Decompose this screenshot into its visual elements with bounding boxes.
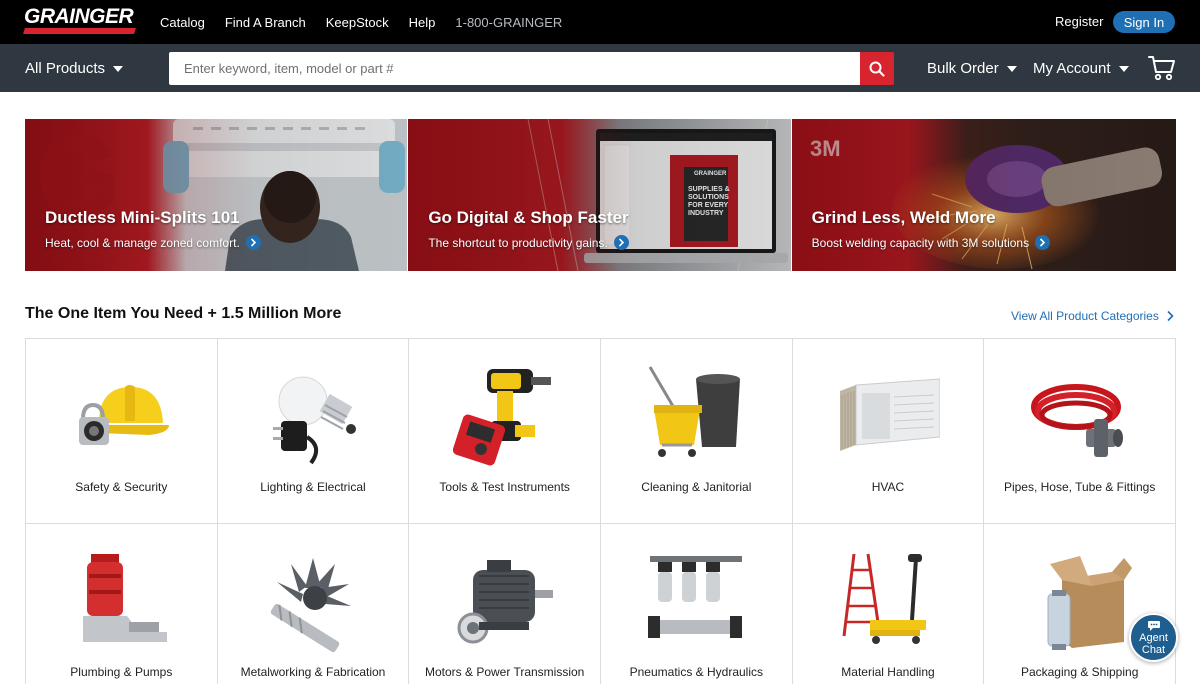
all-products-menu[interactable]: All Products [25,60,124,77]
chevron-right-icon [613,235,629,250]
chat-bubble-icon [1147,620,1160,631]
top-bar: GRAINGER Catalog Find A Branch KeepStock… [0,0,1200,44]
logo-red-bar [23,28,136,34]
chevron-down-icon [113,65,124,72]
agent-chat-button[interactable]: Agent Chat [1129,613,1178,662]
banner-subtitle-row: The shortcut to productivity gains. [428,235,629,250]
category-label: Tools & Test Instruments [439,480,570,494]
mop-bucket-trash-can-image [649,366,741,457]
category-tile-material-handling[interactable]: Material Handling [792,524,985,684]
category-label: Safety & Security [75,480,168,494]
banner-subtitle: Boost welding capacity with 3M solutions [811,235,1030,250]
nav-catalog[interactable]: Catalog [160,15,205,30]
category-tile-lighting-electrical[interactable]: Lighting & Electrical [217,339,410,524]
search-bar: All Products Bulk Order My Account [0,44,1200,92]
hose-fitting-image [1030,384,1123,457]
hard-hat-padlock-image [79,385,170,445]
my-account-label: My Account [1033,60,1111,77]
grainger-logo[interactable]: GRAINGER [23,5,137,36]
search-input[interactable] [169,52,860,85]
category-tile-motors-power-transmission[interactable]: Motors & Power Transmission [409,524,601,684]
ladder-pallet-jack-image [842,553,926,644]
cart-icon[interactable] [1148,55,1176,81]
air-filter-cylinder-image [648,556,743,638]
banner-subtitle: Heat, cool & manage zoned comfort. [45,235,240,250]
category-tile-cleaning-janitorial[interactable]: Cleaning & Janitorial [601,339,793,524]
phone-number[interactable]: 1-800-GRAINGER [455,15,562,30]
category-label: Cleaning & Janitorial [641,480,752,494]
category-label: Lighting & Electrical [260,480,366,494]
category-label: Material Handling [841,665,935,679]
bulb-plug-image [272,376,356,465]
banner-title: Go Digital & Shop Faster [428,208,629,227]
chevron-right-icon [1167,310,1174,322]
category-label: Pneumatics & Hydraulics [629,665,764,679]
banner-title: Grind Less, Weld More [811,208,996,227]
electric-motor-image [457,560,553,644]
category-grid: Safety & Security Lighting & Electrical [25,338,1176,684]
category-tile-hvac[interactable]: HVAC [792,339,985,524]
flap-wheel-end-mill-image [270,558,351,653]
view-all-categories-link[interactable]: View All Product Categories [1011,309,1175,323]
category-tile-plumbing-pumps[interactable]: Plumbing & Pumps [26,524,218,684]
logo-wordmark: GRAINGER [24,5,134,28]
category-tile-metalworking-fabrication[interactable]: Metalworking & Fabrication [217,524,410,684]
category-label: Plumbing & Pumps [70,665,173,679]
air-conditioner-image [839,378,940,451]
my-account-menu[interactable]: My Account [1033,60,1129,77]
section-title: The One Item You Need + 1.5 Million More [25,305,342,322]
category-label: Packaging & Shipping [1020,665,1139,679]
search-icon [869,61,885,77]
promo-banners: G Ductless Mini-Splits 101 Heat, cool & … [25,119,1176,271]
chevron-right-icon [245,235,261,250]
banner-subtitle-row: Boost welding capacity with 3M solutions [811,235,1051,250]
category-tile-tools-test-instruments[interactable]: Tools & Test Instruments [409,339,601,524]
chevron-right-icon [1035,235,1051,250]
sump-pump-image [83,554,168,642]
nav-keepstock[interactable]: KeepStock [326,15,389,30]
agent-chat-line2: Chat [1141,643,1166,656]
banner-subtitle: The shortcut to productivity gains. [428,235,608,250]
promo-banner-mini-splits[interactable]: G Ductless Mini-Splits 101 Heat, cool & … [25,119,408,271]
category-label: Metalworking & Fabrication [240,665,386,679]
promo-banner-3m-welding[interactable]: 3M Grind Less, Weld More Boost welding c… [791,119,1176,271]
sign-in-button[interactable]: Sign In [1113,11,1175,33]
bulk-order-menu[interactable]: Bulk Order [927,60,1017,77]
all-products-label: All Products [25,60,106,77]
chevron-down-icon [1118,65,1129,72]
register-link[interactable]: Register [1055,14,1103,29]
box-stretch-wrap-image [1047,556,1132,650]
category-label: HVAC [871,480,905,494]
category-label: Motors & Power Transmission [424,665,585,679]
view-all-label: View All Product Categories [1011,309,1159,323]
nav-help[interactable]: Help [409,15,436,30]
category-tile-pneumatics-hydraulics[interactable]: Pneumatics & Hydraulics [601,524,793,684]
bulk-order-label: Bulk Order [927,60,999,77]
chevron-down-icon [1006,65,1017,72]
agent-chat-line1: Agent [1139,631,1168,644]
drill-multimeter-image [452,369,551,466]
banner-subtitle-row: Heat, cool & manage zoned comfort. [45,235,261,250]
promo-banner-go-digital[interactable]: GRAINGER SUPPLIES & SOLUTIONS FOR EVERY … [408,119,791,271]
category-label: Pipes, Hose, Tube & Fittings [1003,480,1156,494]
top-nav: Catalog Find A Branch KeepStock Help 1-8… [160,0,582,44]
category-tile-pipes-hose-tube-fittings[interactable]: Pipes, Hose, Tube & Fittings [984,339,1176,524]
category-tile-safety-security[interactable]: Safety & Security [26,339,218,524]
nav-find-a-branch[interactable]: Find A Branch [225,15,306,30]
banner-title: Ductless Mini-Splits 101 [45,208,240,227]
search-button[interactable] [860,52,894,85]
